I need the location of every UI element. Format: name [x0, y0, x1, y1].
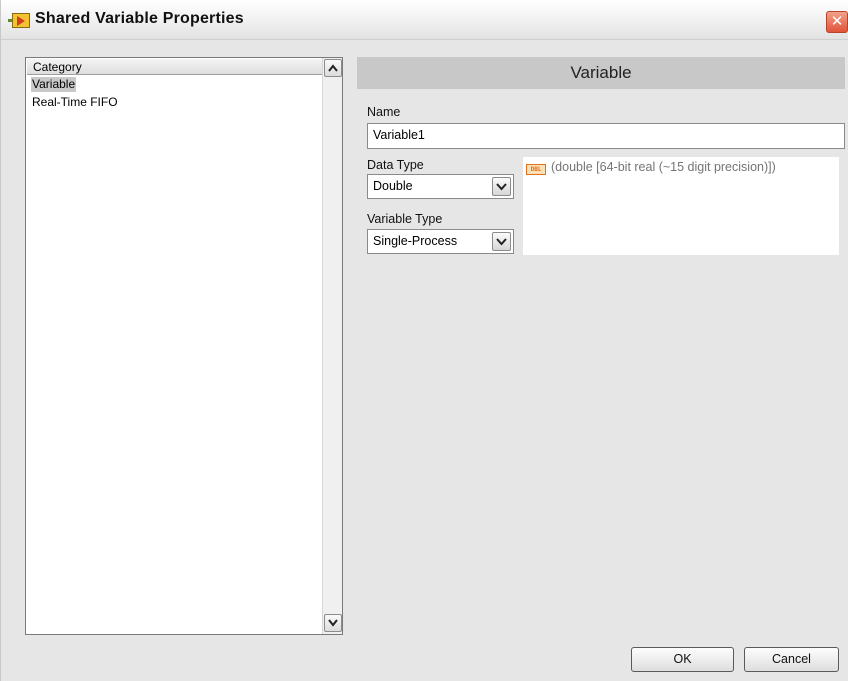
- section-header: Variable: [357, 57, 845, 89]
- category-item-variable[interactable]: Variable: [31, 77, 77, 92]
- chevron-down-icon: [328, 619, 338, 627]
- window-title: Shared Variable Properties: [35, 10, 244, 27]
- data-type-select[interactable]: Double: [367, 174, 514, 199]
- chevron-up-icon: [328, 64, 338, 72]
- data-type-description: (double [64-bit real (~15 digit precisio…: [551, 160, 776, 174]
- category-list[interactable]: Category Variable Real-Time FIFO: [25, 57, 343, 635]
- ok-button[interactable]: OK: [631, 647, 734, 672]
- dbl-type-icon: DBL: [526, 164, 546, 175]
- category-header[interactable]: Category: [27, 59, 323, 75]
- variable-type-select[interactable]: Single-Process: [367, 229, 514, 254]
- scroll-down-button[interactable]: [324, 614, 342, 632]
- section-title: Variable: [570, 63, 632, 82]
- chevron-down-icon: [496, 238, 507, 246]
- close-icon: ✕: [830, 12, 844, 30]
- variable-type-label: Variable Type: [367, 212, 443, 226]
- title-bar[interactable]: Shared Variable Properties ✕: [1, 0, 848, 40]
- data-type-dropdown-button[interactable]: [492, 177, 511, 196]
- name-label: Name: [367, 105, 401, 119]
- category-item-real-time-fifo[interactable]: Real-Time FIFO: [32, 95, 118, 110]
- data-type-label: Data Type: [367, 158, 424, 172]
- variable-type-value: Single-Process: [373, 234, 458, 248]
- chevron-down-icon: [496, 183, 507, 191]
- close-button[interactable]: ✕: [826, 11, 848, 33]
- name-input[interactable]: Variable1: [367, 123, 845, 149]
- shared-variable-properties-dialog: Shared Variable Properties ✕ Category Va…: [0, 0, 848, 681]
- variable-type-dropdown-button[interactable]: [492, 232, 511, 251]
- cancel-button[interactable]: Cancel: [744, 647, 839, 672]
- labview-app-icon: [8, 13, 30, 28]
- scroll-up-button[interactable]: [324, 59, 342, 77]
- data-type-value: Double: [373, 179, 413, 193]
- data-type-description-box: DBL (double [64-bit real (~15 digit prec…: [523, 157, 839, 255]
- category-scrollbar[interactable]: [322, 58, 342, 634]
